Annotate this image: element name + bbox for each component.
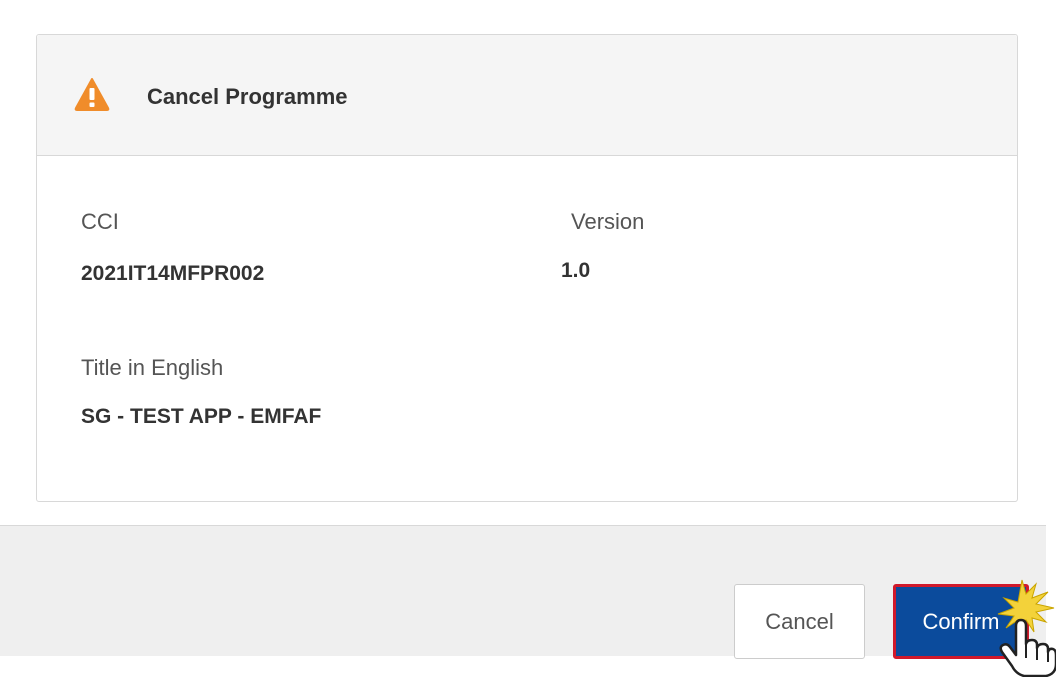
title-english-value: SG - TEST APP - EMFAF bbox=[81, 405, 322, 428]
title-english-label: Title in English bbox=[81, 355, 224, 380]
confirm-button[interactable]: Confirm bbox=[893, 584, 1029, 659]
programme-details-card: Cancel Programme CCI 2021IT14MFPR002 Ver… bbox=[36, 34, 1018, 502]
warning-icon bbox=[74, 78, 110, 111]
dialog-header: Cancel Programme bbox=[37, 35, 1017, 156]
dialog-title: Cancel Programme bbox=[147, 84, 348, 109]
dialog-body-area: Cancel Programme CCI 2021IT14MFPR002 Ver… bbox=[0, 0, 1056, 525]
cci-value: 2021IT14MFPR002 bbox=[81, 262, 265, 285]
cancel-button[interactable]: Cancel bbox=[734, 584, 865, 659]
dialog-footer: Cancel Confirm bbox=[0, 525, 1046, 659]
cci-label: CCI bbox=[81, 209, 119, 234]
version-label: Version bbox=[571, 209, 645, 234]
version-value: 1.0 bbox=[561, 259, 591, 282]
